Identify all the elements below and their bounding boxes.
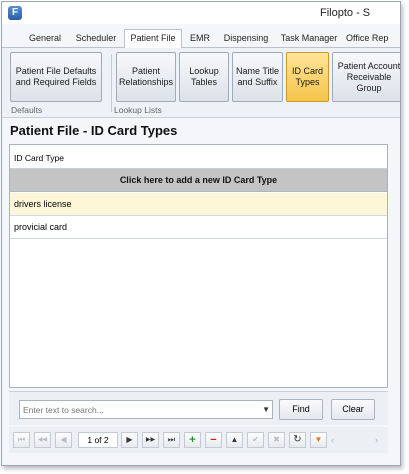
column-header-id-card-type: ID Card Type bbox=[14, 153, 64, 163]
tab-emr[interactable]: EMR bbox=[186, 30, 214, 48]
name-title-suffix-button[interactable]: Name Title and Suffix bbox=[232, 52, 283, 102]
grid-column-header[interactable]: ID Card Type bbox=[10, 145, 387, 169]
previous-page-icon[interactable]: ◀◀ bbox=[34, 432, 51, 448]
tab-dispensing[interactable]: Dispensing bbox=[220, 30, 272, 48]
add-record-icon[interactable]: + bbox=[184, 432, 201, 448]
next-page-icon[interactable]: ▶▶ bbox=[142, 432, 159, 448]
patient-relationships-button[interactable]: Patient Relationships bbox=[116, 52, 176, 102]
table-row[interactable]: provicial card bbox=[10, 216, 387, 239]
scroll-left-icon[interactable]: ‹ bbox=[331, 435, 334, 445]
tab-general[interactable]: General bbox=[22, 30, 68, 48]
id-card-types-grid: ID Card Type Click here to add a new ID … bbox=[9, 144, 388, 388]
filter-icon[interactable]: ▼ bbox=[310, 432, 327, 448]
patient-account-receivable-group-button[interactable]: Patient Account Receivable Group bbox=[332, 52, 400, 102]
data-navigator: ⏮ ◀◀ ◀ 1 of 2 ▶ ▶▶ ⏭ + − ▲ ✔ ✖ ↻ ▼ ‹ › bbox=[9, 427, 388, 453]
remove-record-icon[interactable]: − bbox=[205, 432, 222, 448]
refresh-icon[interactable]: ↻ bbox=[289, 432, 306, 448]
group-label-defaults: Defaults bbox=[11, 105, 43, 115]
page-title: Patient File - ID Card Types bbox=[10, 123, 178, 138]
app-logo-icon: F bbox=[8, 6, 22, 20]
confirm-edit-icon[interactable]: ✔ bbox=[247, 432, 264, 448]
patient-file-defaults-button[interactable]: Patient File Defaults and Required Field… bbox=[10, 52, 102, 102]
tab-scheduler[interactable]: Scheduler bbox=[72, 30, 120, 48]
window-title: Filopto - S bbox=[320, 7, 371, 19]
search-input[interactable] bbox=[20, 401, 252, 418]
next-record-icon[interactable]: ▶ bbox=[121, 432, 138, 448]
id-card-types-button[interactable]: ID Card Types bbox=[286, 52, 329, 102]
edit-record-icon[interactable]: ▲ bbox=[226, 432, 243, 448]
chevron-down-icon[interactable]: ▼ bbox=[262, 405, 270, 414]
ribbon-group-divider bbox=[111, 54, 112, 112]
find-button[interactable]: Find bbox=[279, 399, 323, 420]
ribbon-tab-bar: General Scheduler Patient File EMR Dispe… bbox=[2, 28, 400, 49]
group-label-lookup-lists: Lookup Lists bbox=[114, 105, 162, 115]
app-window: F Filopto - S General Scheduler Patient … bbox=[1, 1, 401, 466]
tab-task-manager[interactable]: Task Manager bbox=[278, 30, 340, 48]
search-combo[interactable]: ▼ bbox=[19, 400, 273, 419]
page-info: 1 of 2 bbox=[78, 432, 118, 448]
first-record-icon[interactable]: ⏮ bbox=[13, 432, 30, 448]
cancel-edit-icon[interactable]: ✖ bbox=[268, 432, 285, 448]
tab-office-reports[interactable]: Office Rep bbox=[346, 30, 400, 48]
add-new-row-button[interactable]: Click here to add a new ID Card Type bbox=[10, 169, 387, 192]
lookup-tables-button[interactable]: Lookup Tables bbox=[179, 52, 229, 102]
previous-record-icon[interactable]: ◀ bbox=[55, 432, 72, 448]
search-bar: ▼ Find Clear bbox=[9, 391, 388, 425]
last-record-icon[interactable]: ⏭ bbox=[163, 432, 180, 448]
table-row[interactable]: drivers license bbox=[10, 193, 387, 216]
ribbon-panel: Patient File Defaults and Required Field… bbox=[2, 48, 400, 118]
tab-patient-file[interactable]: Patient File bbox=[124, 29, 182, 49]
clear-button[interactable]: Clear bbox=[331, 399, 375, 420]
title-bar: F Filopto - S bbox=[2, 2, 400, 24]
scroll-right-icon[interactable]: › bbox=[375, 435, 378, 445]
